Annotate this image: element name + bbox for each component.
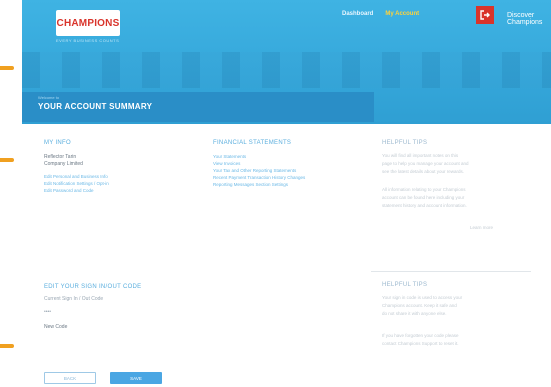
edit-notifications-link[interactable]: Edit Notification Settings / Opt-in [44,181,109,186]
statement-link[interactable]: Your Tax and Other Reporting Statements [213,168,296,173]
helpful-tips-heading-2: HELPFUL TIPS [382,282,428,288]
account-company: Company Limited [44,161,83,167]
statement-link[interactable]: Reporting Messages Section Settings [213,182,288,187]
learn-more-link[interactable]: Learn more [470,224,493,232]
statement-link[interactable]: View Invoices [213,161,240,166]
helpful-tips-heading: HELPFUL TIPS [382,140,428,146]
title-eyebrow: Welcome to [38,95,60,100]
sign-in-code-heading: EDIT YOUR SIGN IN/OUT CODE [44,284,142,290]
title-bar: Welcome to YOUR ACCOUNT SUMMARY [22,92,374,122]
divider [371,271,531,272]
tip-line: You will find all important notes on thi… [382,153,459,158]
tip-line: contact Champions Support to reset it. [382,341,459,346]
tip-line: do not share it with anyone else. [382,311,447,316]
tip-line: account can be found here including your [382,195,465,200]
current-code-label: Current Sign In / Out Code [44,296,104,302]
side-marker [0,158,14,162]
tip-line: see the latest details about your reward… [382,169,465,174]
tip-line: Champions account. Keep it safe and [382,303,457,308]
side-marker [0,66,14,70]
tip-line: All information relating to your Champio… [382,187,466,192]
side-marker [0,344,14,348]
new-code-label: New Code [44,324,68,330]
discover-champions-link[interactable]: Discover Champions [507,12,551,26]
top-nav: Dashboard My Account [342,11,419,17]
my-info-heading: MY INFO [44,140,71,146]
back-button[interactable]: BACK [44,372,96,384]
save-button[interactable]: SAVE [110,372,162,384]
logo-tagline: EVERY BUSINESS COUNTS [56,38,120,43]
statement-link[interactable]: Your Statements [213,154,246,159]
account-name: Reflector Tarin [44,154,77,160]
tip-line: Your sign in code is used to access your [382,295,463,300]
page-title: YOUR ACCOUNT SUMMARY [38,102,153,111]
nav-dashboard[interactable]: Dashboard [342,11,373,17]
edit-info-link[interactable]: Edit Personal and Business Info [44,174,108,179]
new-code-field[interactable] [44,332,164,341]
tip-line: page to help you manage your account and [382,161,469,166]
logo[interactable]: CHAMPIONS [56,10,120,36]
logo-text: CHAMPIONS [56,17,120,29]
statement-link[interactable]: Recent Payment Transaction History Chang… [213,175,305,180]
tip-line: If you have forgotten your code please [382,333,459,338]
site-header: CHAMPIONS EVERY BUSINESS COUNTS Dashboar… [22,0,551,124]
nav-my-account[interactable]: My Account [385,11,419,17]
tip-line: statement history and account informatio… [382,203,467,208]
edit-password-link[interactable]: Edit Password and Code [44,188,94,193]
current-code-field[interactable]: •••• [44,309,51,315]
logout-button[interactable] [476,6,494,24]
financial-statements-heading: FINANCIAL STATEMENTS [213,140,292,146]
logout-icon [480,10,490,20]
